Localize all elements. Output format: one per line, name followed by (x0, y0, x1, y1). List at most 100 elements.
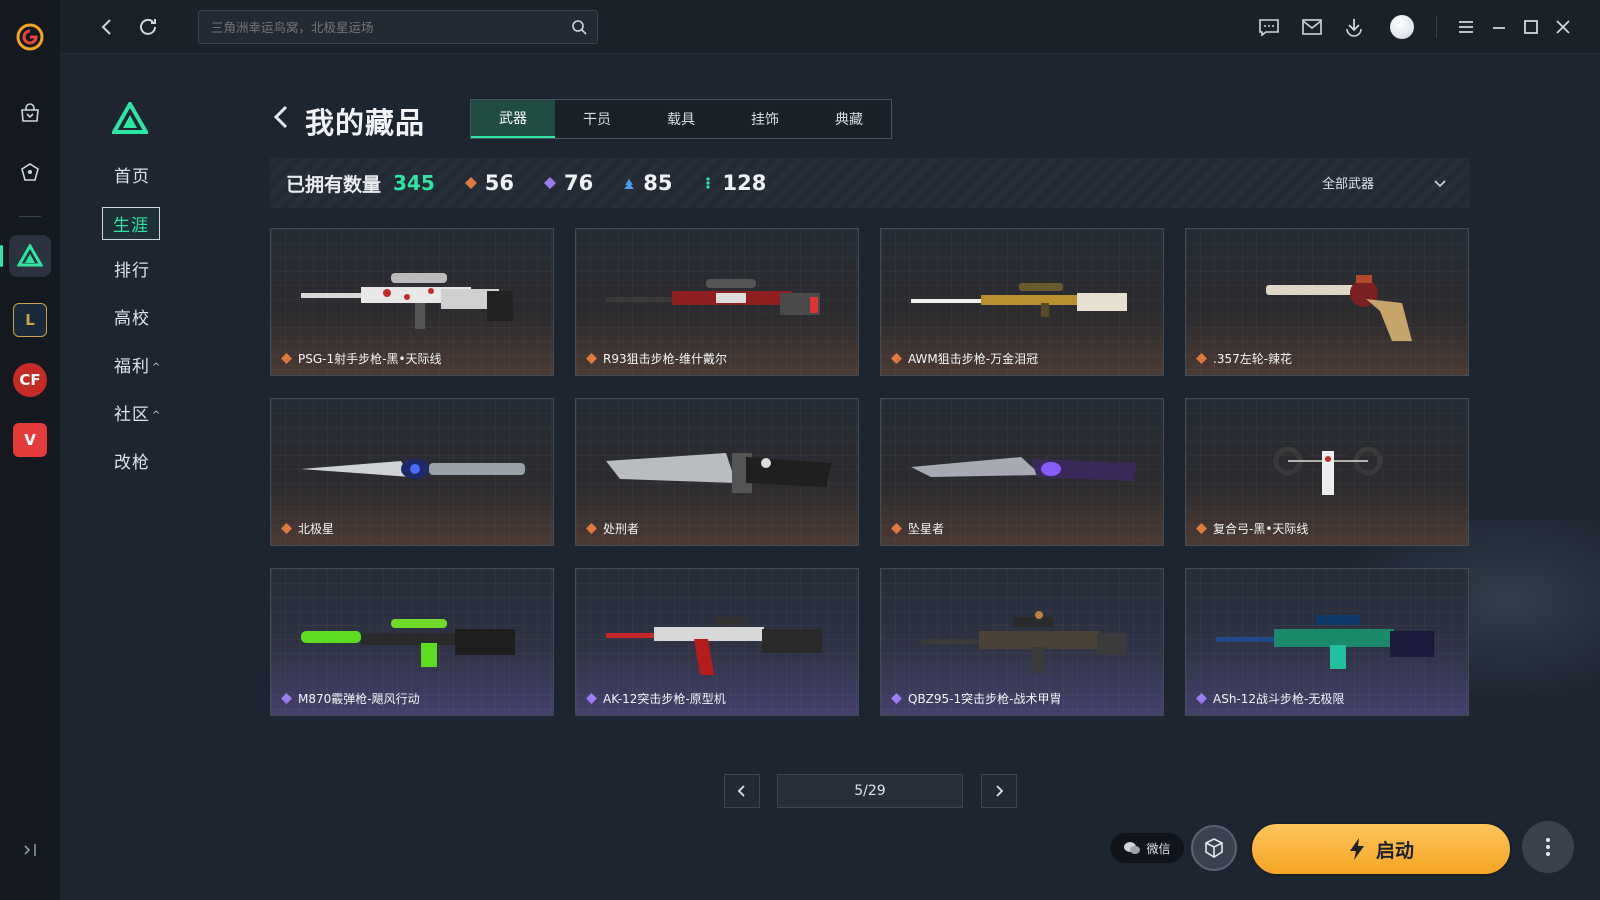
prev-page-button[interactable] (724, 774, 760, 808)
refresh-icon[interactable] (136, 15, 160, 39)
mail-icon[interactable] (1300, 15, 1324, 39)
item-label: M870霰弹枪-飓风行动 (281, 690, 420, 707)
page-back-icon[interactable] (272, 103, 290, 131)
chat-icon[interactable] (1257, 15, 1281, 39)
item-card[interactable]: 坠星者 (880, 398, 1164, 546)
game-tag-icon[interactable] (9, 152, 51, 194)
rarity-blue-count: 85 (623, 171, 672, 195)
sidebar-item-label: 首页 (114, 167, 150, 187)
maximize-icon[interactable] (1519, 15, 1543, 39)
item-label: AWM狙击步枪-万金泪冠 (891, 350, 1038, 367)
revolver-icon (1266, 275, 1412, 341)
item-card[interactable]: 处刑者 (575, 398, 859, 546)
item-label: QBZ95-1突击步枪-战术甲胄 (891, 690, 1061, 707)
launch-button[interactable]: 启动 (1250, 822, 1512, 876)
close-icon[interactable] (1551, 15, 1575, 39)
lightning-icon (1349, 838, 1364, 860)
item-label: R93狙击步枪-维什戴尔 (586, 350, 727, 367)
cube-button[interactable] (1191, 825, 1237, 871)
item-card[interactable]: AWM狙击步枪-万金泪冠 (880, 228, 1164, 376)
item-label: 坠星者 (891, 520, 944, 537)
item-card[interactable]: R93狙击步枪-维什戴尔 (575, 228, 859, 376)
item-card[interactable]: QBZ95-1突击步枪-战术甲胄 (880, 568, 1164, 716)
tab-collection[interactable]: 典藏 (807, 100, 891, 138)
collection-stats: 已拥有数量 345 56 76 85 128 全部武器 (270, 158, 1470, 208)
window-divider (1436, 16, 1437, 38)
sidebar-item-label: 高校 (114, 309, 150, 329)
tab-charms[interactable]: 挂饰 (723, 100, 807, 138)
orange-diamond-icon (891, 523, 902, 534)
wechat-button[interactable]: 微信 (1110, 833, 1184, 863)
item-card[interactable]: M870霰弹枪-飓风行动 (270, 568, 554, 716)
sidebar-item-label: 社区 (114, 405, 150, 425)
next-page-button[interactable] (981, 774, 1017, 808)
cube-icon (1205, 838, 1223, 858)
minimize-icon[interactable] (1487, 15, 1511, 39)
weapon-filter-dropdown[interactable]: 全部武器 (1322, 173, 1448, 192)
orange-diamond-icon (281, 523, 292, 534)
item-card[interactable]: 复合弓-黑•天际线 (1185, 398, 1469, 546)
search-box (198, 10, 598, 44)
sidebar-item-label: 排行 (114, 261, 150, 281)
sidebar-item-label: 福利 (114, 357, 150, 377)
crossfire-icon[interactable]: CF (13, 363, 47, 397)
page-indicator: 5/29 (777, 774, 963, 808)
more-options-button[interactable] (1522, 821, 1574, 873)
item-card[interactable]: 北极星 (270, 398, 554, 546)
chevron-up-icon: ^ (152, 361, 162, 373)
knife-icon (911, 457, 1137, 481)
rarity-value: 76 (564, 171, 594, 195)
orange-diamond-icon (464, 177, 477, 189)
sidebar-item-gunsmith[interactable]: 改枪 (114, 448, 150, 473)
sidebar-item-community[interactable]: 社区 ^ (114, 400, 161, 425)
assault-rifle-icon (921, 611, 1127, 673)
knife-icon (606, 453, 832, 493)
item-name: M870霰弹枪-飓风行动 (298, 692, 420, 706)
sniper-rifle-icon (301, 273, 513, 329)
rarity-orange-count: 56 (464, 171, 514, 195)
item-name: 北极星 (298, 522, 335, 536)
app-logo-icon[interactable] (15, 22, 45, 52)
chevron-right-icon (996, 785, 1004, 797)
tab-operators[interactable]: 干员 (555, 100, 639, 138)
league-of-legends-icon[interactable]: L (13, 303, 47, 337)
search-input[interactable] (199, 11, 559, 43)
item-card[interactable]: AK-12突击步枪-原型机 (575, 568, 859, 716)
collapse-sidebar-icon[interactable] (20, 840, 40, 860)
menu-icon[interactable] (1454, 15, 1478, 39)
rarity-value: 128 (722, 171, 767, 195)
sidebar-item-home[interactable]: 首页 (114, 162, 150, 187)
chevron-down-icon (1434, 179, 1446, 187)
item-name: ASh-12战斗步枪-无极限 (1213, 692, 1345, 706)
sidebar-item-ranking[interactable]: 排行 (114, 256, 150, 281)
valorant-icon[interactable]: V (13, 423, 47, 457)
orange-diamond-icon (281, 353, 292, 364)
item-card[interactable]: ASh-12战斗步枪-无极限 (1185, 568, 1469, 716)
back-icon[interactable] (95, 15, 119, 39)
item-card[interactable]: PSG-1射手步枪-黑•天际线 (270, 228, 554, 376)
app-rail: L CF V (0, 0, 60, 900)
blue-diamond-icon (624, 179, 635, 189)
download-icon[interactable] (1342, 15, 1366, 39)
section-sidebar: 首页 生涯 排行 高校 福利 ^ 社区 ^ 改枪 (60, 54, 260, 900)
item-card[interactable]: .357左轮-辣花 (1185, 228, 1469, 376)
sidebar-item-college[interactable]: 高校 (114, 304, 150, 329)
filter-label: 全部武器 (1321, 177, 1374, 192)
store-icon[interactable] (9, 92, 51, 134)
tab-vehicles[interactable]: 载具 (639, 100, 723, 138)
launch-label: 启动 (1375, 839, 1414, 862)
owned-count-value: 345 (393, 171, 435, 195)
orange-diamond-icon (1196, 353, 1207, 364)
top-bar (60, 0, 1600, 54)
sniper-rifle-icon (606, 279, 820, 315)
avatar[interactable] (1390, 15, 1414, 39)
green-dots-icon (706, 177, 711, 189)
tab-weapons[interactable]: 武器 (471, 100, 555, 138)
sidebar-item-career[interactable]: 生涯 (102, 207, 160, 240)
sidebar-item-welfare[interactable]: 福利 ^ (114, 352, 161, 377)
assault-rifle-icon (606, 617, 822, 675)
battle-rifle-icon (1216, 615, 1434, 669)
delta-force-icon[interactable] (0, 235, 51, 277)
item-label: PSG-1射手步枪-黑•天际线 (281, 350, 442, 367)
search-icon[interactable] (571, 19, 587, 35)
